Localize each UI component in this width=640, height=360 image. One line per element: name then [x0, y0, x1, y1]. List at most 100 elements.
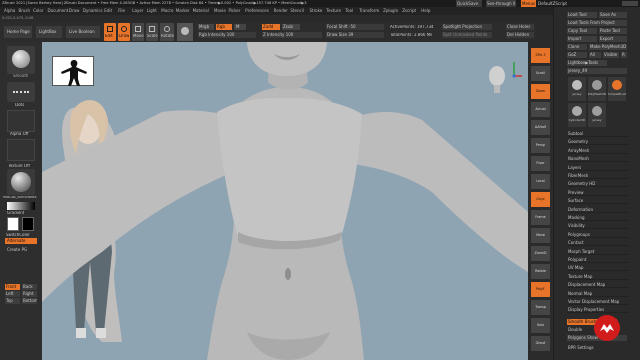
draw-button[interactable]: Draw — [118, 23, 130, 41]
alpha-selector[interactable] — [7, 110, 35, 132]
view-bottom-button[interactable]: Bottom — [22, 298, 37, 304]
spotlight-projection-button[interactable]: Spotlight Projection — [442, 24, 492, 30]
canvas-viewport[interactable] — [42, 42, 528, 360]
rib-frame-button[interactable]: Frame — [531, 210, 550, 225]
menu-texture[interactable]: Texture — [324, 7, 341, 14]
goz-button[interactable]: GoZ — [567, 52, 587, 58]
rib-transp-button[interactable]: Transp — [531, 300, 550, 315]
split-unmasked-button[interactable]: Split Unmasked Points — [442, 32, 492, 38]
window-controls[interactable] — [622, 1, 638, 6]
menu-render[interactable]: Render — [272, 7, 288, 14]
rotate-button[interactable]: Rotate — [160, 23, 174, 41]
live-boolean-button[interactable]: Live Boolean — [66, 26, 100, 38]
menu-dynamics[interactable]: Dynamics — [81, 7, 103, 14]
default-script-button[interactable]: DefaultZScript — [537, 0, 567, 7]
view-front-button[interactable]: Front — [5, 284, 20, 290]
secondary-color-swatch[interactable] — [22, 217, 34, 231]
bpr-settings-header[interactable]: BPR Settings — [567, 345, 627, 351]
palette-layers[interactable]: Layers — [567, 164, 629, 171]
menu-macro[interactable]: Macro — [159, 7, 173, 14]
menu-transform[interactable]: Transform — [357, 7, 379, 14]
draw-size-slider[interactable]: Draw Size 39 — [326, 32, 384, 38]
menu-light[interactable]: Light — [145, 7, 157, 14]
menu-file[interactable]: File — [116, 7, 125, 14]
menu-color[interactable]: Color — [31, 7, 43, 14]
alternate-button[interactable]: Alternate — [5, 238, 37, 244]
save-as-button[interactable]: Save As — [599, 12, 627, 18]
all-button[interactable]: All — [589, 52, 601, 58]
rgb-button[interactable]: Rgb — [216, 24, 232, 30]
import-button[interactable]: Import — [567, 36, 597, 42]
menu-stroke[interactable]: Stroke — [308, 7, 323, 14]
palette-subtool[interactable]: Subtool — [567, 130, 629, 137]
palette-contact[interactable]: Contact — [567, 239, 629, 247]
current-tool-slider[interactable]: jersey_49 — [567, 68, 627, 74]
palette-geometry-hd[interactable]: Geometry HD — [567, 180, 629, 188]
rib-ghost-button[interactable]: Ghost — [531, 336, 550, 351]
clone-button[interactable]: Clone — [567, 44, 587, 50]
tool-thumb-1[interactable]: PolyMesh3D — [588, 77, 606, 101]
m-button[interactable]: M — [234, 24, 246, 30]
menu-help[interactable]: Help — [419, 7, 430, 14]
menu-brush[interactable]: Brush — [17, 7, 31, 14]
close-holes-button[interactable]: Close Holes — [506, 24, 534, 30]
palette-polypaint[interactable]: Polypaint — [567, 256, 629, 263]
menu-alpha[interactable]: Alpha — [2, 7, 15, 14]
quicksave-button[interactable]: QuickSave — [456, 0, 482, 7]
home-page-button[interactable]: Home Page — [4, 26, 32, 38]
palette-polygroups[interactable]: Polygroups — [567, 231, 629, 238]
rib-spix-button[interactable]: SPix 3 — [531, 48, 550, 63]
tool-thumb-3[interactable]: Cylinder3D — [568, 103, 586, 127]
move-button[interactable]: Move — [132, 23, 144, 41]
menu-stencil[interactable]: Stencil — [288, 7, 304, 14]
export-button[interactable]: Export — [599, 36, 627, 42]
paste-tool-button[interactable]: Paste Tool — [599, 28, 627, 34]
palette-vector-displacement-map[interactable]: Vector Displacement Map — [567, 298, 629, 305]
material-selector[interactable] — [7, 169, 35, 195]
palette-arraymesh[interactable]: ArrayMesh — [567, 147, 629, 154]
rib-move-button[interactable]: Move — [531, 228, 550, 243]
zadd-button[interactable]: Zadd — [262, 24, 280, 30]
create-pg-button[interactable]: Create PG — [5, 247, 37, 252]
palette-visibility[interactable]: Visibility — [567, 222, 629, 230]
tool-thumb-2[interactable]: SimpleBrush — [608, 77, 626, 101]
palette-uv-map[interactable]: UV Map — [567, 264, 629, 272]
lightbox-button[interactable]: LightBox — [36, 26, 62, 38]
menus-toggle[interactable]: Menus — [521, 0, 536, 7]
scale-button[interactable]: Scale — [146, 23, 158, 41]
rib-zoom-button[interactable]: Zoom — [531, 84, 550, 99]
rib-scroll-button[interactable]: Scroll — [531, 66, 550, 81]
rib-floor-button[interactable]: Floor — [531, 156, 550, 171]
rib-rotate-button[interactable]: Rotate — [531, 264, 550, 279]
z-intensity-slider[interactable]: Z Intensity 100 — [262, 32, 322, 38]
palette-texture-map[interactable]: Texture Map — [567, 273, 629, 280]
menu-document[interactable]: Document — [46, 7, 69, 14]
menu-draw[interactable]: Draw — [67, 7, 79, 14]
view-right-button[interactable]: Right — [22, 291, 37, 297]
menu-edit[interactable]: Edit — [102, 7, 112, 14]
menu-movie[interactable]: Movie — [212, 7, 226, 14]
palette-fibermesh[interactable]: FiberMesh — [567, 172, 629, 179]
rib-actual-button[interactable]: Actual — [531, 102, 550, 117]
rib-persp-button[interactable]: Persp — [531, 138, 550, 153]
stroke-selector[interactable] — [7, 82, 35, 102]
rgb-intensity-slider[interactable]: Rgb Intensity 100 — [198, 32, 256, 38]
zsub-button[interactable]: Zsub — [282, 24, 300, 30]
tool-thumb-4[interactable]: jersey — [588, 103, 606, 127]
palette-morph-target[interactable]: Morph Target — [567, 248, 629, 255]
active-tool-thumbnail[interactable] — [177, 23, 193, 41]
palette-display-properties[interactable]: Display Properties — [567, 306, 629, 314]
gradient-swatch[interactable] — [7, 202, 35, 210]
rib-solo-button[interactable]: Solo — [531, 318, 550, 333]
rib-polyf-button[interactable]: PolyF — [531, 282, 550, 297]
del-hidden-button[interactable]: Del Hidden — [506, 32, 534, 38]
view-top-button[interactable]: Top — [5, 298, 20, 304]
rib-aahalf-button[interactable]: AAHalf — [531, 120, 550, 135]
palette-masking[interactable]: Masking — [567, 214, 629, 221]
make-polymesh3d-button[interactable]: Make PolyMesh3D — [589, 44, 627, 50]
menu-picker[interactable]: Picker — [227, 7, 241, 14]
see-through-slider[interactable]: See-through 0 — [486, 0, 516, 7]
double-button[interactable]: Double — [567, 327, 597, 333]
menu-layer[interactable]: Layer — [130, 7, 143, 14]
menu-zplugin[interactable]: Zplugin — [381, 7, 398, 14]
